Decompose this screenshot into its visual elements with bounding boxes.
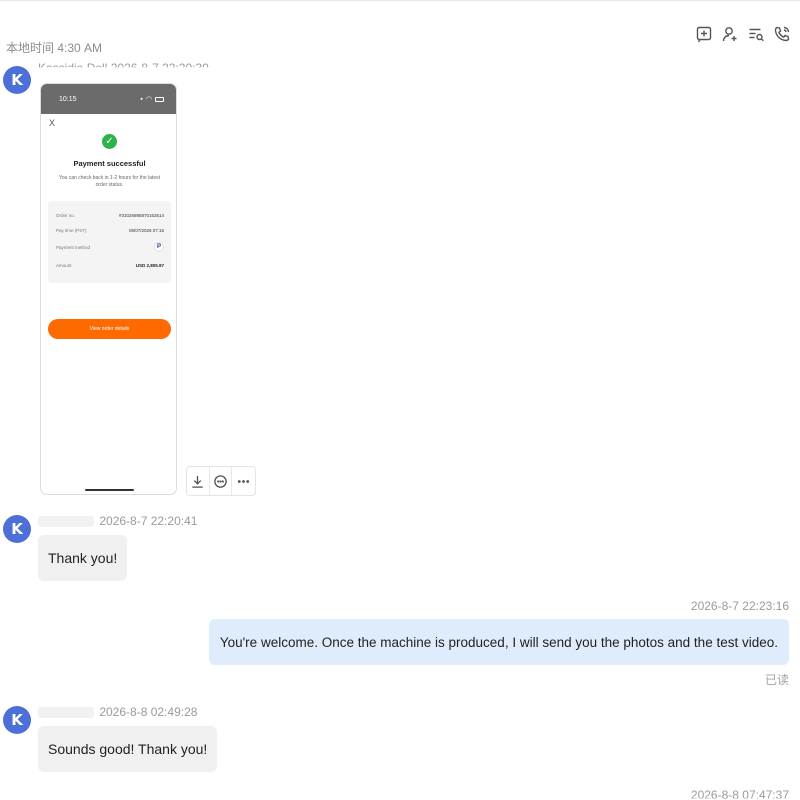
message-timestamp: 2026-8-8 02:49:28 <box>99 705 198 719</box>
row-label: Amount <box>56 263 72 268</box>
battery-icon <box>155 96 164 102</box>
message-bubble-outgoing[interactable]: You're welcome. Once the machine is prod… <box>208 619 789 665</box>
read-status: 已读 <box>764 673 789 687</box>
download-icon[interactable] <box>187 467 210 495</box>
message-list[interactable]: K Kassidie Dell 2026-8-7 22:20:30 10:15 … <box>0 62 800 800</box>
home-indicator <box>85 489 134 491</box>
phone-time: 10:15 <box>59 95 77 103</box>
payment-screenshot-image[interactable]: 10:15 ▪ ◠ X ✓ Payment successful You can… <box>40 83 177 495</box>
message-bubble[interactable]: Sounds good! Thank you! <box>38 726 218 772</box>
payment-subtitle: You can check back in 1-2 hours for the … <box>59 175 160 188</box>
message-timestamp: 2026-8-8 07:47:37 <box>690 788 789 800</box>
success-check-icon: ✓ <box>102 134 117 149</box>
add-contact-icon[interactable] <box>720 24 740 44</box>
message-bubble[interactable]: Thank you! <box>38 535 128 581</box>
phone-status-bar: 10:15 ▪ ◠ <box>41 84 176 114</box>
sender-name: Kassidie Dell <box>38 62 108 75</box>
order-row: Payment method P <box>56 242 164 252</box>
comment-icon[interactable] <box>210 467 233 495</box>
message-timestamp: 2026-8-7 22:20:41 <box>99 514 198 528</box>
avatar[interactable]: K <box>3 515 31 543</box>
sender-name-redacted <box>38 516 94 528</box>
row-label: Pay time (PST) <box>56 228 87 233</box>
row-label: Order no. <box>56 213 76 218</box>
call-icon[interactable] <box>772 24 792 44</box>
order-summary-card: Order no. #31026895870163614 Pay time (P… <box>48 201 171 283</box>
wifi-icon: ◠ <box>145 96 152 103</box>
message-meta: Kassidie Dell 2026-8-7 22:20:30 <box>38 62 209 75</box>
order-row: Amount USD 2,805.97 <box>56 263 164 268</box>
avatar[interactable]: K <box>3 706 31 734</box>
view-order-button: View order details <box>48 319 171 339</box>
payment-title: Payment successful <box>73 159 146 168</box>
chat-header: 本地时间 4:30 AM <box>0 0 800 62</box>
phone-status-icons: ▪ ◠ <box>140 95 164 103</box>
divider <box>0 0 800 1</box>
row-value: #31026895870163614 <box>118 213 164 218</box>
search-chat-icon[interactable] <box>746 24 766 44</box>
message-timestamp: 2026-8-7 22:20:30 <box>110 62 209 75</box>
local-time-label: 本地时间 4:30 AM <box>6 41 103 55</box>
header-toolbar <box>694 24 792 44</box>
avatar[interactable]: K <box>3 66 31 94</box>
more-icon[interactable] <box>232 467 255 495</box>
message-timestamp: 2026-8-7 22:23:16 <box>690 599 789 613</box>
close-icon: X <box>49 118 56 128</box>
add-note-icon[interactable] <box>694 24 714 44</box>
row-label: Payment method <box>56 244 91 250</box>
signal-icon: ▪ <box>140 95 143 103</box>
sender-name-redacted <box>38 707 94 719</box>
row-value: 08/07/2026 07:15 <box>128 228 164 233</box>
message-meta: 2026-8-8 02:49:28 <box>38 705 197 719</box>
message-meta: 2026-8-7 22:20:41 <box>38 514 197 528</box>
row-value: USD 2,805.97 <box>135 263 164 268</box>
paypal-icon: P <box>154 242 164 252</box>
image-action-bar <box>186 466 256 496</box>
order-row: Order no. #31026895870163614 <box>56 213 164 218</box>
order-row: Pay time (PST) 08/07/2026 07:15 <box>56 228 164 233</box>
